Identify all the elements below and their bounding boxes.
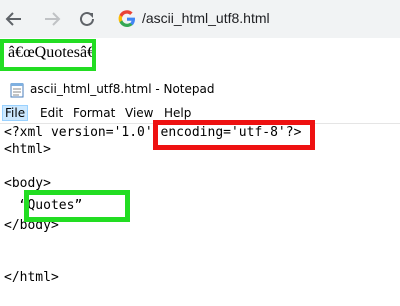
window-title: ascii_html_utf8.html - Notepad — [30, 82, 215, 96]
arrow-left-icon — [5, 12, 21, 26]
notepad-icon — [10, 83, 24, 98]
notepad-window: ascii_html_utf8.html - Notepad File Edit… — [0, 78, 400, 306]
green-highlight-box — [24, 190, 130, 222]
menu-view[interactable]: View — [123, 105, 155, 121]
address-bar[interactable]: /ascii_html_utf8.html — [108, 6, 400, 32]
url-text[interactable]: /ascii_html_utf8.html — [142, 10, 270, 26]
back-button[interactable] — [3, 8, 25, 30]
reload-button[interactable] — [76, 8, 98, 30]
menu-help[interactable]: Help — [162, 105, 193, 121]
reload-icon — [80, 11, 94, 26]
notepad-titlebar: ascii_html_utf8.html - Notepad — [0, 78, 400, 102]
code-line: </html> — [4, 270, 59, 285]
forward-button[interactable] — [41, 8, 63, 30]
arrow-right-icon — [45, 12, 61, 26]
green-highlight-box — [0, 39, 96, 71]
text-editor[interactable]: <?xml version='1.0' encoding='utf-8'?> <… — [0, 120, 400, 306]
red-highlight-box — [153, 120, 315, 150]
browser-toolbar: /ascii_html_utf8.html — [0, 0, 400, 38]
menu-file[interactable]: File — [2, 105, 29, 121]
menu-edit[interactable]: Edit — [38, 105, 65, 121]
menu-format[interactable]: Format — [71, 105, 117, 121]
code-line: <html> — [4, 142, 51, 157]
google-g-icon — [118, 10, 135, 27]
rendered-page: â€œQuotesâ€ — [0, 38, 400, 78]
